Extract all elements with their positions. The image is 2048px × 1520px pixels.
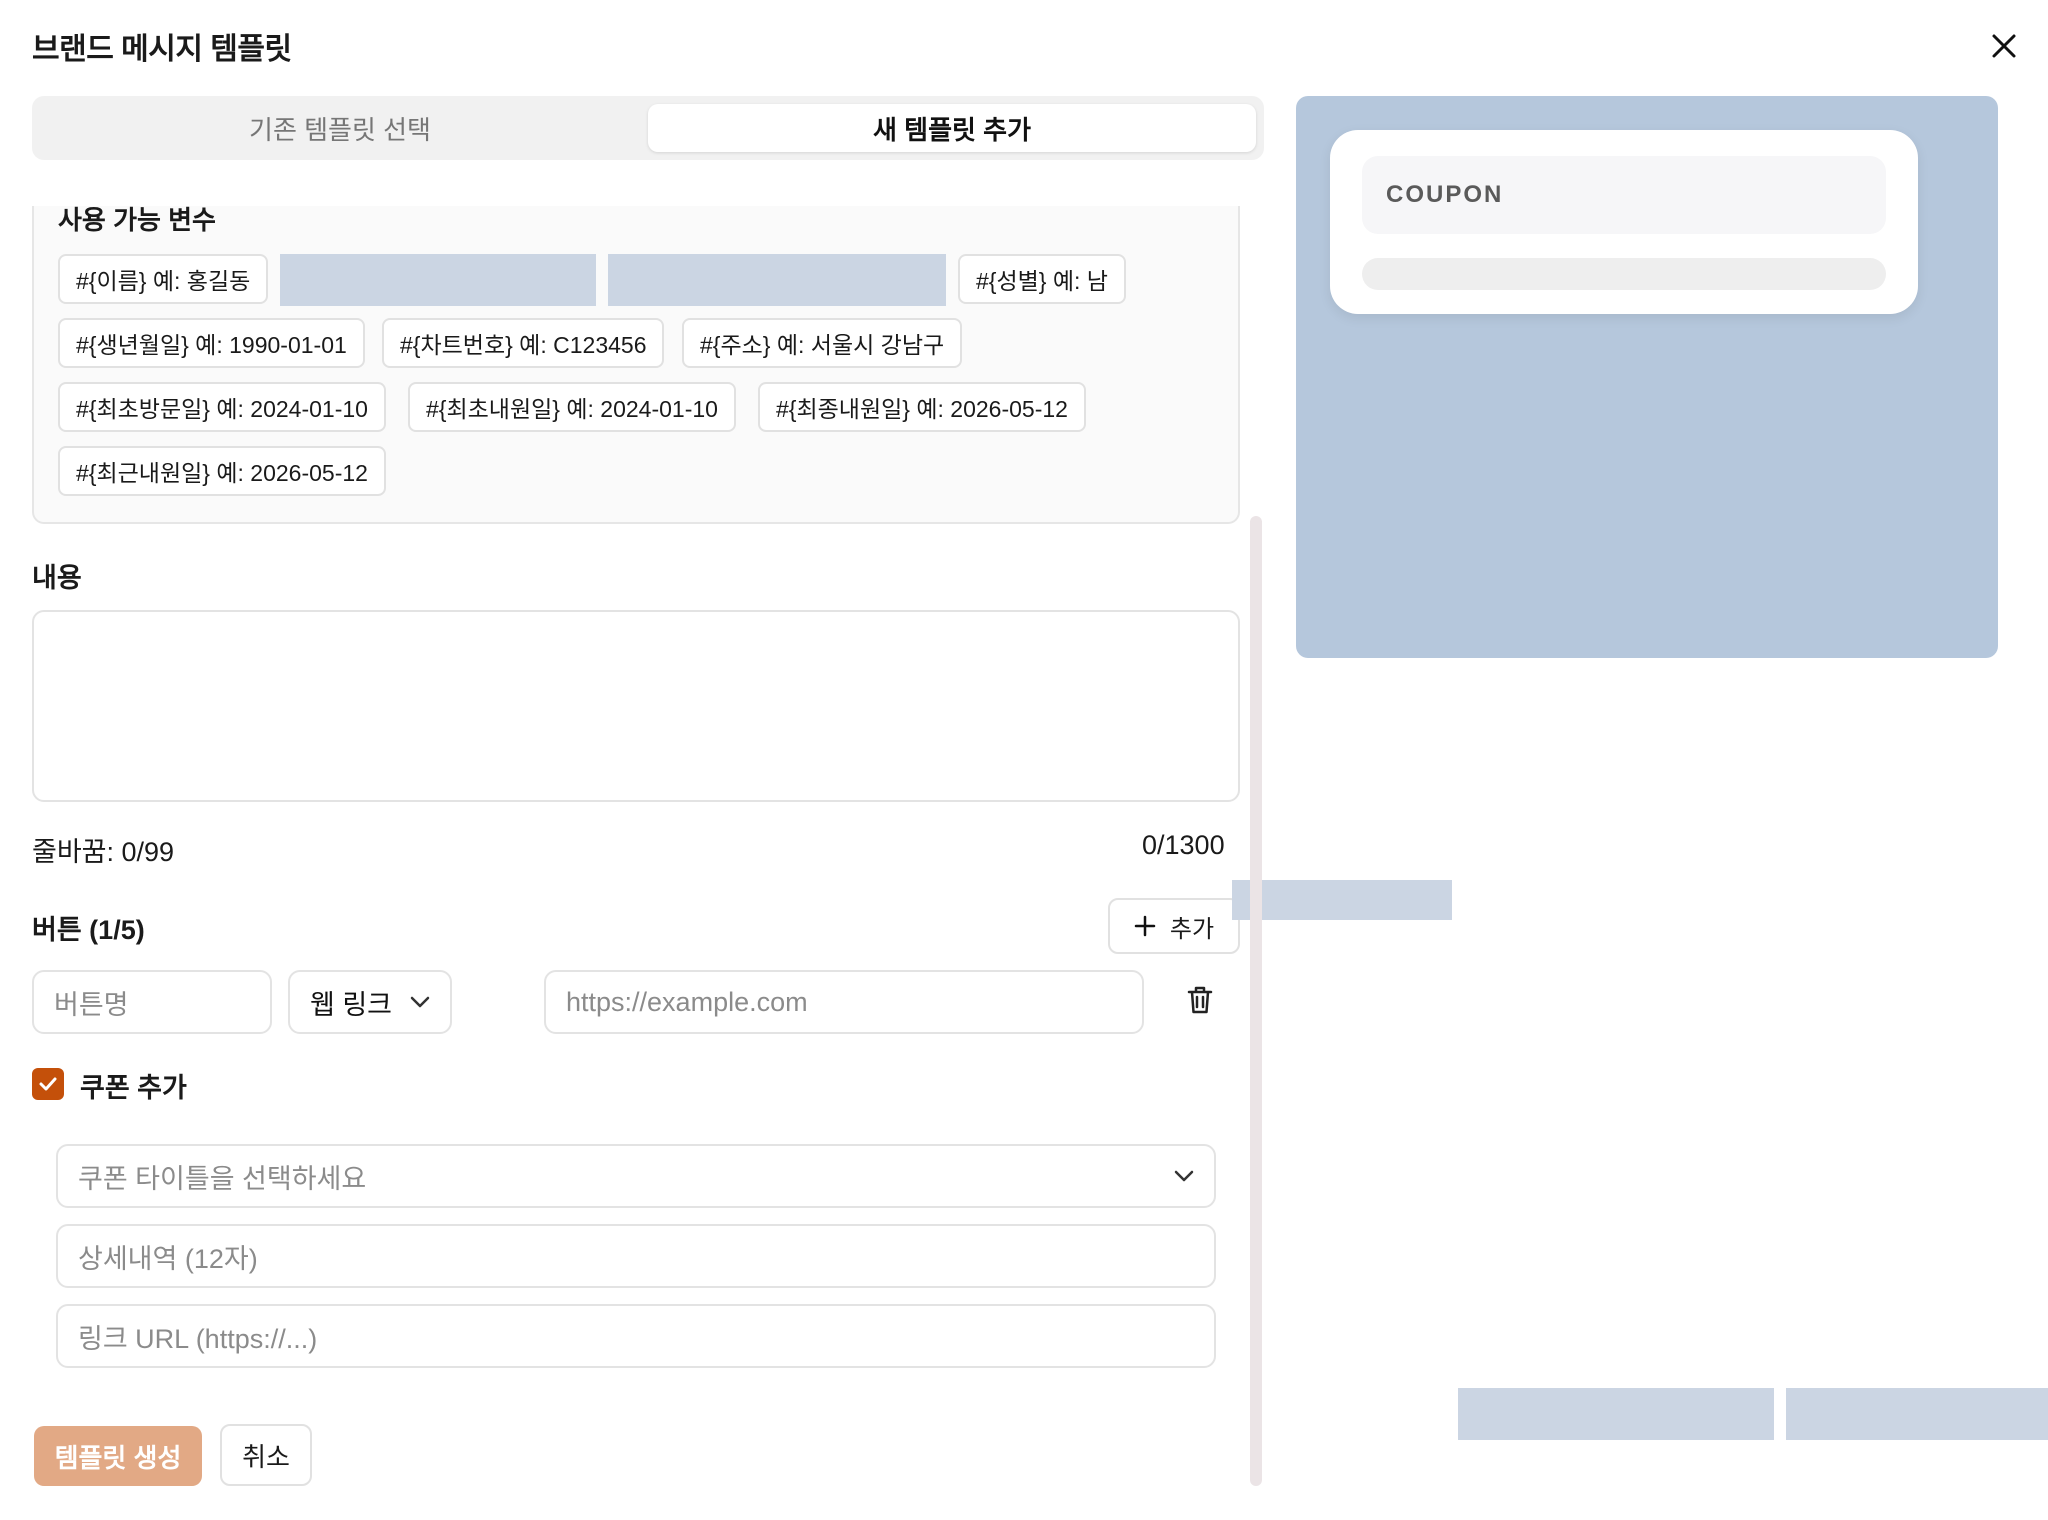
variable-chip[interactable]: #{최초내원일} 예: 2024-01-10	[408, 382, 736, 432]
chevron-down-icon	[1174, 1170, 1194, 1182]
cancel-button[interactable]: 취소	[220, 1424, 312, 1486]
preview-coupon-field: COUPON	[1362, 156, 1886, 234]
modal-title: 브랜드 메시지 템플릿	[32, 33, 292, 66]
add-button-label: 추가	[1169, 915, 1215, 943]
variable-chip[interactable]: #{생년월일} 예: 1990-01-01	[58, 318, 365, 368]
close-icon	[1992, 34, 2016, 58]
placeholder-block	[1786, 1388, 2048, 1440]
tab-existing-template[interactable]: 기존 템플릿 선택	[40, 104, 640, 152]
variable-chip[interactable]: #{최초방문일} 예: 2024-01-10	[58, 382, 386, 432]
variable-chip[interactable]: #{최근내원일} 예: 2026-05-12	[58, 446, 386, 496]
variable-chip[interactable]: #{최종내원일} 예: 2026-05-12	[758, 382, 1086, 432]
coupon-checkbox[interactable]	[32, 1068, 64, 1100]
add-button[interactable]: 추가	[1108, 898, 1240, 954]
variable-chip[interactable]: #{주소} 예: 서울시 강남구	[682, 318, 963, 368]
content-textarea[interactable]	[32, 610, 1240, 802]
delete-button[interactable]	[1182, 982, 1218, 1018]
placeholder-block	[1232, 880, 1452, 920]
coupon-link-input[interactable]: 링크 URL (https://...)	[56, 1304, 1216, 1368]
button-type-select[interactable]: 웹 링크	[288, 970, 452, 1034]
button-url-input[interactable]: https://example.com	[544, 970, 1144, 1034]
button-name-input[interactable]: 버튼명	[32, 970, 272, 1034]
placeholder-block	[1458, 1388, 1774, 1440]
variable-chip[interactable]: #{차트번호} 예: C123456	[382, 318, 665, 368]
char-counter: 0/1300	[1142, 830, 1225, 860]
content-label: 내용	[32, 563, 82, 593]
variable-chip[interactable]: #{이름} 예: 홍길동	[58, 254, 269, 304]
preview-coupon-bar	[1362, 258, 1886, 290]
scrollbar[interactable]	[1250, 516, 1262, 1486]
plus-icon	[1134, 915, 1156, 937]
variables-title: 사용 가능 변수	[58, 205, 216, 235]
tab-new-template[interactable]: 새 템플릿 추가	[648, 104, 1256, 152]
coupon-title-select[interactable]: 쿠폰 타이틀을 선택하세요	[56, 1144, 1216, 1208]
template-tabs: 기존 템플릿 선택 새 템플릿 추가	[32, 96, 1264, 160]
coupon-checkbox-label: 쿠폰 추가	[80, 1073, 187, 1103]
create-template-button[interactable]: 템플릿 생성	[34, 1426, 202, 1486]
placeholder-block	[608, 254, 946, 306]
coupon-title-placeholder: 쿠폰 타이틀을 선택하세요	[78, 1163, 367, 1194]
close-button[interactable]	[1984, 26, 2024, 66]
trash-icon	[1187, 986, 1213, 1014]
button-type-value: 웹 링크	[310, 989, 393, 1020]
buttons-label: 버튼 (1/5)	[32, 915, 145, 945]
placeholder-block	[280, 254, 596, 306]
line-break-counter: 줄바꿈: 0/99	[32, 837, 175, 867]
coupon-detail-input[interactable]: 상세내역 (12자)	[56, 1224, 1216, 1288]
variable-chip[interactable]: #{성별} 예: 남	[958, 254, 1126, 304]
check-icon	[39, 1077, 57, 1091]
chevron-down-icon	[410, 996, 430, 1008]
